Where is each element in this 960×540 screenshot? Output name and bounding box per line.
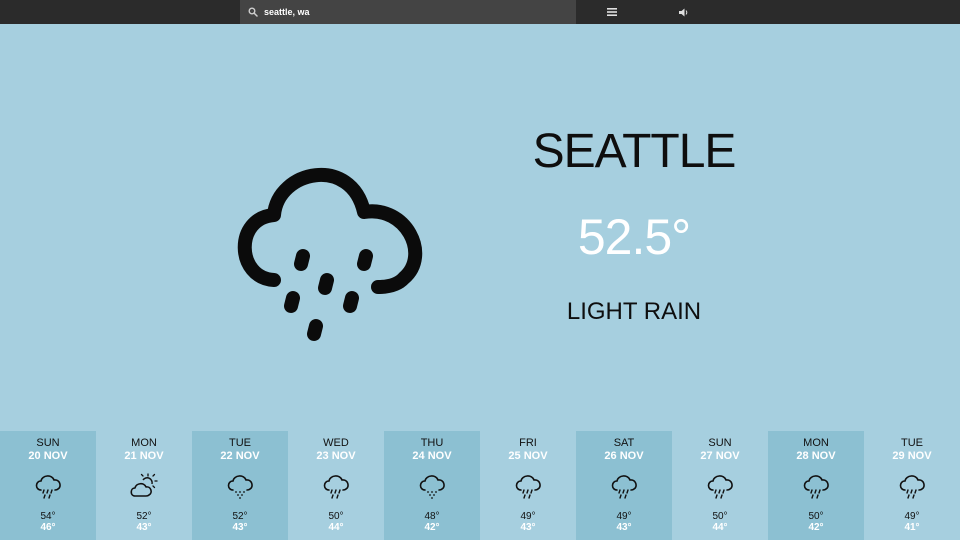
forecast-low: 41°: [904, 522, 920, 533]
cloud-rain-icon: [323, 475, 349, 499]
forecast-low: 43°: [520, 522, 536, 533]
forecast-date: 28 NOV: [796, 450, 836, 462]
cloud-rain-icon: [707, 475, 733, 499]
forecast-day[interactable]: TUE 29 NOV 49° 41°: [864, 431, 960, 540]
forecast-date: 24 NOV: [412, 450, 452, 462]
forecast-day-name: SUN: [36, 437, 60, 449]
weather-condition: LIGHT RAIN: [566, 298, 702, 325]
forecast-date: 22 NOV: [220, 450, 260, 462]
forecast-day[interactable]: TUE 22 NOV 52° 43°: [192, 431, 288, 540]
cloud-rain-icon: [515, 475, 541, 499]
city-name: SEATTLE: [532, 125, 737, 178]
sound-button[interactable]: [672, 0, 696, 24]
forecast-high: 52°: [232, 511, 248, 522]
speaker-icon: [679, 8, 688, 16]
cloud-rain-icon: [803, 475, 829, 499]
forecast-high: 49°: [904, 511, 920, 522]
forecast-day-name: WED: [323, 437, 349, 449]
cloud-drizzle-icon: [419, 475, 445, 499]
forecast-day-name: THU: [420, 437, 444, 449]
forecast-low: 42°: [808, 522, 824, 533]
forecast-low: 43°: [616, 522, 632, 533]
forecast-date: 27 NOV: [700, 450, 740, 462]
current-temperature: 52.5°: [577, 209, 691, 265]
search-bar[interactable]: [240, 0, 576, 24]
forecast-low: 43°: [232, 522, 248, 533]
partly-cloudy-icon: [130, 473, 158, 497]
forecast-day[interactable]: SAT 26 NOV 49° 43°: [576, 431, 672, 540]
forecast-day-name: SAT: [613, 437, 635, 449]
forecast-low: 43°: [136, 522, 152, 533]
forecast-high: 48°: [424, 511, 440, 522]
menu-icon: [607, 8, 617, 16]
forecast-day[interactable]: SUN 20 NOV 54° 46°: [0, 431, 96, 540]
forecast-high: 52°: [136, 511, 152, 522]
forecast-date: 25 NOV: [508, 450, 548, 462]
forecast-day[interactable]: THU 24 NOV 48° 42°: [384, 431, 480, 540]
cloud-rain-icon: [35, 475, 61, 499]
forecast-day-name: SUN: [708, 437, 732, 449]
cloud-rain-icon: [611, 475, 637, 499]
forecast-high: 50°: [808, 511, 824, 522]
forecast-day-name: FRI: [519, 437, 537, 449]
forecast-high: 49°: [616, 511, 632, 522]
forecast-day-name: TUE: [901, 437, 923, 449]
forecast-low: 44°: [328, 522, 344, 533]
forecast-date: 23 NOV: [316, 450, 356, 462]
forecast-day[interactable]: SUN 27 NOV 50° 44°: [672, 431, 768, 540]
search-input[interactable]: [264, 7, 564, 17]
forecast-day[interactable]: FRI 25 NOV 49° 43°: [480, 431, 576, 540]
forecast-day[interactable]: MON 21 NOV 52° 43°: [96, 431, 192, 540]
cloud-rain-icon: [899, 475, 925, 499]
forecast-day-name: TUE: [229, 437, 251, 449]
search-icon: [248, 7, 258, 17]
forecast-date: 20 NOV: [28, 450, 68, 462]
forecast-day[interactable]: WED 23 NOV 50° 44°: [288, 431, 384, 540]
forecast-low: 42°: [424, 522, 440, 533]
forecast-low: 46°: [40, 522, 56, 533]
forecast-high: 50°: [328, 511, 344, 522]
forecast-date: 29 NOV: [892, 450, 932, 462]
menu-button[interactable]: [600, 0, 624, 24]
forecast-high: 50°: [712, 511, 728, 522]
top-bar: [0, 0, 960, 24]
forecast-day-name: MON: [131, 437, 157, 449]
cloud-drizzle-icon: [227, 475, 253, 499]
forecast-day-name: MON: [803, 437, 829, 449]
forecast-day[interactable]: MON 28 NOV 50° 42°: [768, 431, 864, 540]
cloud-rain-icon: [237, 168, 423, 341]
forecast-low: 44°: [712, 522, 728, 533]
forecast-high: 54°: [40, 511, 56, 522]
forecast-date: 21 NOV: [124, 450, 164, 462]
forecast-strip: SUN 20 NOV 54° 46° MON 21 NOV 52° 43° TUE 22 NOV 5…: [0, 431, 960, 540]
forecast-high: 49°: [520, 511, 536, 522]
forecast-date: 26 NOV: [604, 450, 644, 462]
